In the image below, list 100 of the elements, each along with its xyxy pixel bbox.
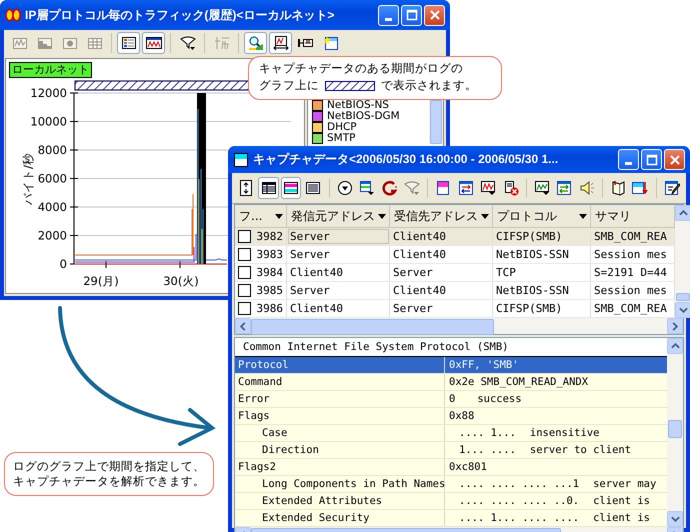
field-meaning: server to client xyxy=(530,444,632,456)
table-cell: SMB_COM_REA xyxy=(594,302,667,315)
protocol-header: Common Internet File System Protocol (SMB) xyxy=(243,341,509,353)
checkbox[interactable] xyxy=(238,248,251,261)
field-row[interactable]: Protocol 0xFF, 'SMB' xyxy=(235,357,667,374)
field-bits: .... 1... xyxy=(459,427,516,439)
callout-text: で表示されます。 xyxy=(381,78,477,93)
hatched-bar-icon xyxy=(325,80,375,90)
minimize-button[interactable] xyxy=(378,4,399,26)
scroll-down-button[interactable] xyxy=(667,511,683,527)
chevron-down-icon xyxy=(670,516,680,522)
table-cell: Session mes xyxy=(594,284,667,297)
table-cell: Client40 xyxy=(393,230,446,243)
callout-text: ログのグラフ上で期間を指定して、 キャプチャデータを解析できます。 xyxy=(4,452,214,496)
checkbox[interactable] xyxy=(238,284,251,297)
table-cell: Client40 xyxy=(290,266,343,279)
field-row[interactable]: Case .... 1... insensitive xyxy=(235,425,667,442)
y-tick-label: 8000 xyxy=(38,143,67,157)
dropdown-icon[interactable] xyxy=(275,214,283,218)
field-value: 0xc801 xyxy=(449,461,487,473)
color-rows-icon[interactable] xyxy=(280,177,302,199)
minimize-button[interactable] xyxy=(618,149,639,170)
field-name: Protocol xyxy=(238,359,289,371)
field-meaning: success xyxy=(477,393,522,405)
maximize-button[interactable] xyxy=(401,4,422,26)
scroll-right-button[interactable] xyxy=(667,318,683,334)
chart-window-icon[interactable] xyxy=(142,32,165,54)
field-meaning: insensitive xyxy=(530,427,600,439)
maximize-icon xyxy=(406,9,418,21)
table-cell: CIFSP(SMB) xyxy=(496,302,562,315)
scroll-up-button[interactable] xyxy=(675,205,690,221)
packet-row[interactable]: 3983 Server Client40 NetBIOS-SSN Session mes xyxy=(235,246,675,264)
dropdown-icon[interactable] xyxy=(579,214,587,218)
table-cell: NetBIOS-SSN xyxy=(496,284,569,297)
field-meaning: client is xyxy=(593,495,650,507)
graph-fit-icon[interactable] xyxy=(269,32,292,54)
packet-row[interactable]: 3984 Client40 Server TCP S=2191 D=44 xyxy=(235,264,675,282)
checkbox[interactable] xyxy=(238,266,251,279)
table-cell: Server xyxy=(393,266,433,279)
table-cell: Server xyxy=(290,230,330,243)
table-cell: Client40 xyxy=(290,302,343,315)
table-cell: Client40 xyxy=(393,248,446,261)
field-row[interactable]: Direction 1... .... server to client xyxy=(235,442,667,459)
vertical-scrollbar[interactable] xyxy=(667,338,683,527)
table-cell: Server xyxy=(290,284,330,297)
checkbox[interactable] xyxy=(238,230,251,243)
frame-number: 3983 xyxy=(256,248,283,261)
chevron-right-icon xyxy=(672,322,678,330)
field-bits: 1... .... xyxy=(459,444,516,456)
scroll-up-button[interactable] xyxy=(667,338,683,354)
legend-label: SMTP xyxy=(327,133,356,144)
maximize-icon xyxy=(646,154,658,166)
table-cell: Server xyxy=(290,248,330,261)
field-meaning: server may xyxy=(593,478,656,490)
close-button[interactable] xyxy=(664,149,685,170)
legend-list-icon[interactable] xyxy=(117,32,140,54)
y-tick-label: 10000 xyxy=(30,114,67,128)
maximize-button[interactable] xyxy=(641,149,662,170)
scroll-left-button[interactable] xyxy=(235,318,251,334)
y-tick-label: 12000 xyxy=(30,86,67,100)
vertical-scrollbar[interactable] xyxy=(675,205,690,318)
table-grid-icon[interactable] xyxy=(258,177,279,199)
field-row[interactable]: Extended Attributes .... .... .... ..0. client is xyxy=(235,493,667,510)
dropdown-icon[interactable] xyxy=(481,214,489,218)
column-header[interactable]: 受信先アドレス xyxy=(390,205,493,227)
packet-row[interactable]: 3982 Server Client40 CIFSP(SMB) SMB_COM_REA xyxy=(235,228,675,246)
scroll-down-button[interactable] xyxy=(675,302,690,318)
field-value: 0x88 xyxy=(449,410,474,422)
window-icon xyxy=(233,152,249,168)
table-cell: CIFSP(SMB) xyxy=(496,230,562,243)
field-bits: .... 1... .... .... xyxy=(459,512,580,524)
legend-label: NetBIOS-DGM xyxy=(327,111,400,122)
scrollbar-thumb[interactable] xyxy=(676,293,690,301)
checkbox[interactable] xyxy=(238,302,251,315)
scrollbar-thumb[interactable] xyxy=(251,319,494,335)
field-row[interactable]: Extended Security .... 1... .... .... client is xyxy=(235,510,667,527)
field-row[interactable]: Command 0x2e SMB_COM_READ_ANDX xyxy=(235,374,667,391)
field-row[interactable]: Long Components in Path Names .... .... .... ...1 server may xyxy=(235,476,667,493)
packet-row[interactable]: 3985 Server Client40 NetBIOS-SSN Session mes xyxy=(235,282,675,300)
field-value: 0x2e SMB_COM_READ_ANDX xyxy=(449,376,588,388)
column-header[interactable]: 発信元アドレス xyxy=(287,205,390,227)
field-row[interactable]: Flags2 0xc801 xyxy=(235,459,667,476)
dropdown-icon[interactable] xyxy=(378,214,386,218)
twin-circle-icon xyxy=(5,7,21,23)
horizontal-scrollbar[interactable] xyxy=(235,318,683,334)
field-name: Flags xyxy=(238,410,270,422)
magnifier-chart-icon[interactable] xyxy=(244,32,267,54)
y-tick-label: 2000 xyxy=(38,228,67,242)
field-value: 0 xyxy=(449,393,456,405)
field-meaning: client is xyxy=(593,512,650,524)
frame-number: 3985 xyxy=(256,284,283,297)
field-row[interactable]: Flags 0x88 xyxy=(235,408,667,425)
close-button[interactable] xyxy=(424,4,445,26)
field-name: Direction xyxy=(262,444,319,456)
scrollbar-thumb[interactable] xyxy=(668,420,682,438)
y-tick-label: 4000 xyxy=(38,200,67,214)
table-cell: S=2191 D=44 xyxy=(594,266,667,279)
column-header[interactable]: フ... xyxy=(235,205,287,227)
column-header[interactable]: プロトコル xyxy=(493,205,591,227)
field-row[interactable]: Error 0 success xyxy=(235,391,667,408)
